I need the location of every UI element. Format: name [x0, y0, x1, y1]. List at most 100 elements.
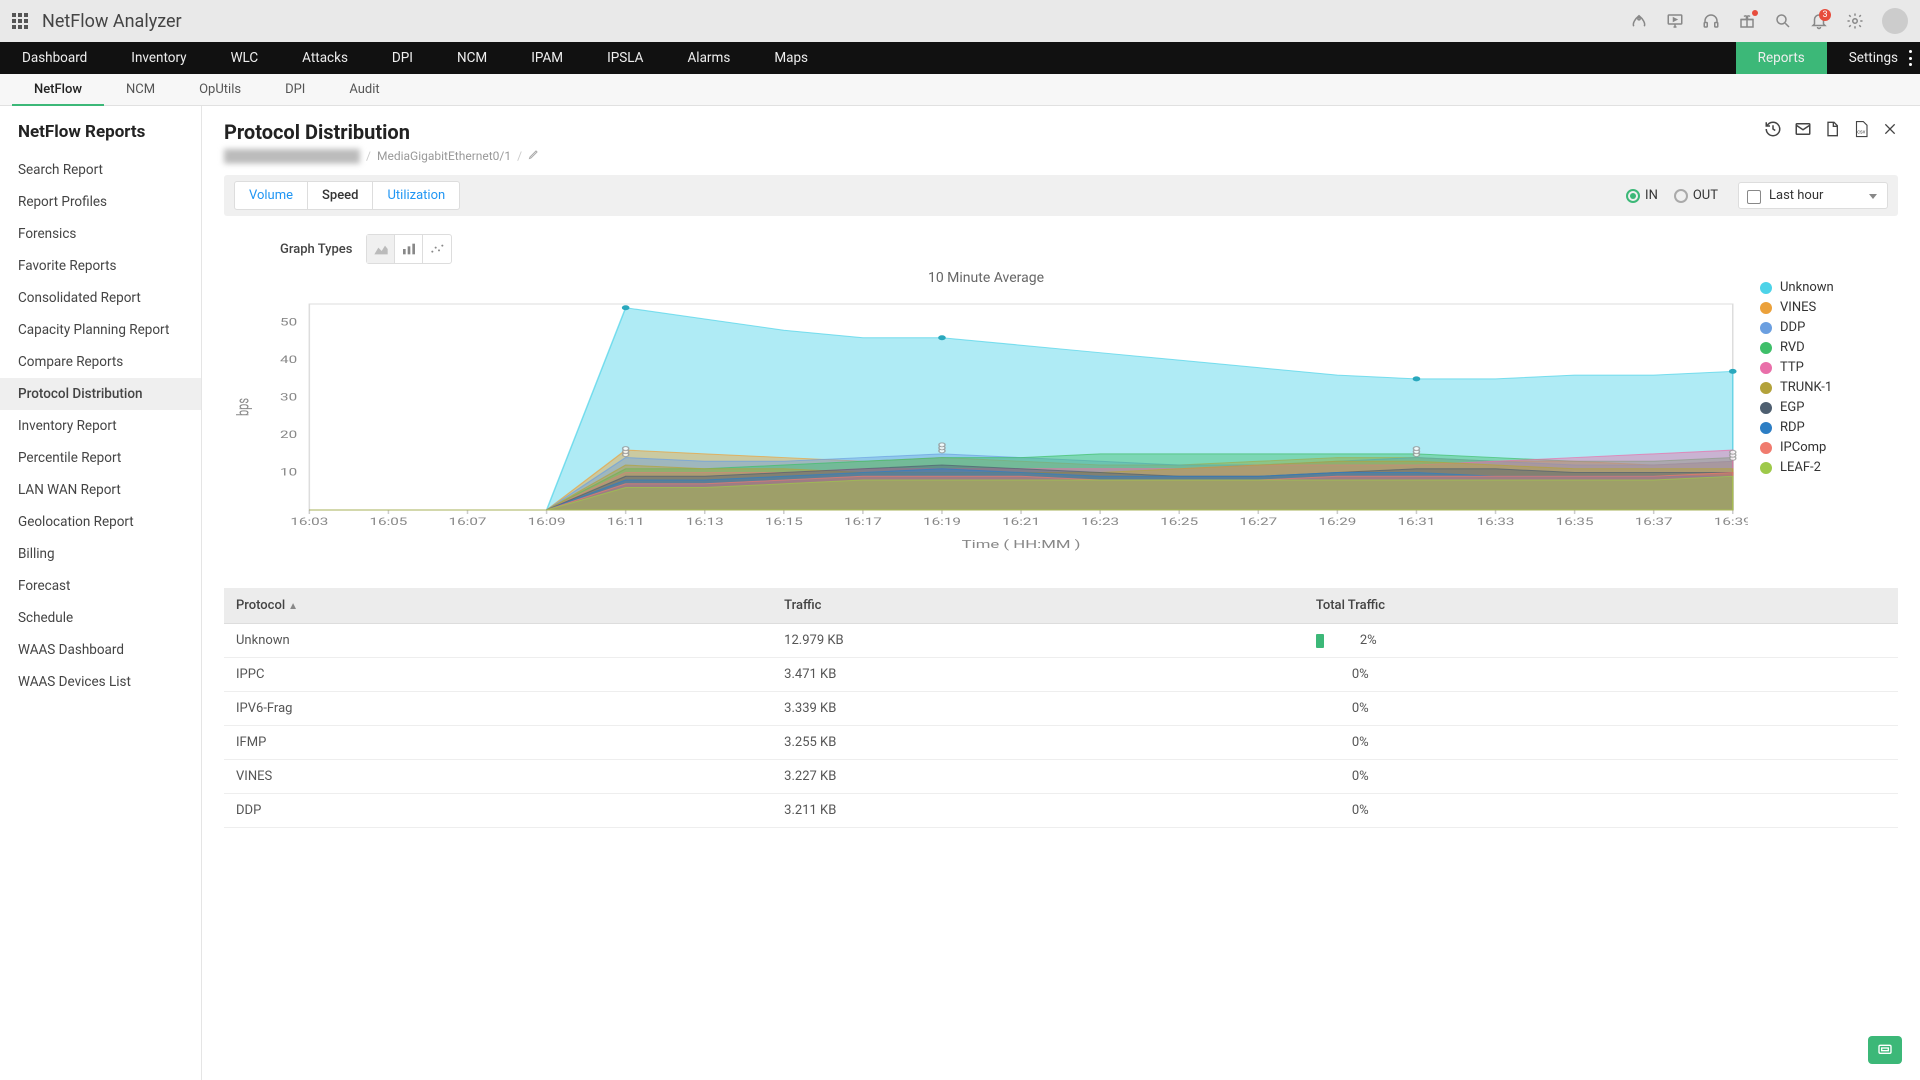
svg-text:16:37: 16:37	[1635, 516, 1673, 528]
topbar-left: NetFlow Analyzer	[12, 11, 182, 32]
subnav-item-netflow[interactable]: NetFlow	[12, 74, 104, 106]
subnav-item-ncm[interactable]: NCM	[104, 74, 177, 106]
search-icon[interactable]	[1774, 12, 1792, 30]
svg-text:16:31: 16:31	[1397, 516, 1435, 528]
scatter-chart-icon[interactable]	[423, 235, 451, 263]
mainnav-item-ipsla[interactable]: IPSLA	[585, 42, 665, 74]
table-row[interactable]: IPV6-Frag3.339 KB0%	[224, 692, 1898, 726]
direction-out[interactable]: OUT	[1674, 188, 1718, 203]
legend-item-rdp[interactable]: RDP	[1760, 420, 1898, 435]
mainnav-item-inventory[interactable]: Inventory	[109, 42, 208, 74]
viewtab-utilization[interactable]: Utilization	[373, 182, 459, 209]
sidebar-item-forecast[interactable]: Forecast	[0, 570, 201, 602]
svg-text:16:19: 16:19	[923, 516, 961, 528]
legend-item-ttp[interactable]: TTP	[1760, 360, 1898, 375]
sidebar-item-lan-wan-report[interactable]: LAN WAN Report	[0, 474, 201, 506]
sidebar-item-protocol-distribution[interactable]: Protocol Distribution	[0, 378, 201, 410]
headset-icon[interactable]	[1702, 12, 1720, 30]
table-row[interactable]: IFMP3.255 KB0%	[224, 726, 1898, 760]
sidebar-item-consolidated-report[interactable]: Consolidated Report	[0, 282, 201, 314]
gift-icon[interactable]	[1738, 12, 1756, 30]
table-header-traffic[interactable]: Traffic	[772, 588, 1304, 624]
csv-icon[interactable]: csv	[1852, 120, 1870, 138]
svg-text:10: 10	[280, 467, 297, 479]
mainnav-item-attacks[interactable]: Attacks	[280, 42, 370, 74]
svg-text:16:35: 16:35	[1556, 516, 1594, 528]
mainnav-item-maps[interactable]: Maps	[752, 42, 830, 74]
mainnav-item-dashboard[interactable]: Dashboard	[0, 42, 109, 74]
overflow-menu-icon[interactable]	[1909, 50, 1912, 66]
sidebar-item-billing[interactable]: Billing	[0, 538, 201, 570]
sidebar-title: NetFlow Reports	[0, 106, 201, 154]
legend-item-rvd[interactable]: RVD	[1760, 340, 1898, 355]
email-icon[interactable]	[1794, 120, 1812, 138]
mainnav-item-ipam[interactable]: IPAM	[509, 42, 585, 74]
edit-icon[interactable]	[528, 148, 540, 163]
svg-text:Time ( HH:MM ): Time ( HH:MM )	[962, 539, 1081, 551]
sidebar-item-waas-dashboard[interactable]: WAAS Dashboard	[0, 634, 201, 666]
topbar: NetFlow Analyzer 3	[0, 0, 1920, 42]
mainnav-item-settings[interactable]: Settings	[1827, 42, 1920, 74]
viewtab-speed[interactable]: Speed	[308, 182, 373, 209]
viewtab-volume[interactable]: Volume	[235, 182, 308, 209]
pdf-icon[interactable]	[1824, 120, 1840, 138]
sidebar-item-capacity-planning-report[interactable]: Capacity Planning Report	[0, 314, 201, 346]
legend-item-leaf-2[interactable]: LEAF-2	[1760, 460, 1898, 475]
subnav-item-dpi[interactable]: DPI	[263, 74, 327, 106]
sidebar-item-schedule[interactable]: Schedule	[0, 602, 201, 634]
notification-badge: 3	[1819, 9, 1831, 21]
svg-text:20: 20	[280, 430, 297, 442]
legend-item-unknown[interactable]: Unknown	[1760, 280, 1898, 295]
sidebar-item-percentile-report[interactable]: Percentile Report	[0, 442, 201, 474]
mainnav-item-ncm[interactable]: NCM	[435, 42, 509, 74]
table-header-protocol[interactable]: Protocol▲	[224, 588, 772, 624]
avatar[interactable]	[1882, 8, 1908, 34]
svg-text:16:07: 16:07	[449, 516, 487, 528]
legend-item-vines[interactable]: VINES	[1760, 300, 1898, 315]
breadcrumb-interface[interactable]: MediaGigabitEthernet0/1	[377, 149, 511, 163]
sidebar-item-search-report[interactable]: Search Report	[0, 154, 201, 186]
time-range-select[interactable]: Last hour	[1738, 182, 1888, 209]
svg-text:16:09: 16:09	[528, 516, 566, 528]
sidebar-item-inventory-report[interactable]: Inventory Report	[0, 410, 201, 442]
legend-item-ipcomp[interactable]: IPComp	[1760, 440, 1898, 455]
svg-text:16:25: 16:25	[1160, 516, 1198, 528]
breadcrumb-device[interactable]: ████████████████	[224, 149, 360, 163]
svg-text:16:39: 16:39	[1714, 516, 1748, 528]
sidebar-item-report-profiles[interactable]: Report Profiles	[0, 186, 201, 218]
legend-item-ddp[interactable]: DDP	[1760, 320, 1898, 335]
legend-item-egp[interactable]: EGP	[1760, 400, 1898, 415]
support-float-button[interactable]	[1868, 1036, 1902, 1064]
monitor-icon[interactable]	[1666, 12, 1684, 30]
apps-grid-icon[interactable]	[12, 13, 28, 29]
direction-in[interactable]: IN	[1626, 188, 1658, 203]
sub-nav: NetFlowNCMOpUtilsDPIAudit	[0, 74, 1920, 106]
sidebar-item-waas-devices-list[interactable]: WAAS Devices List	[0, 666, 201, 698]
mainnav-item-alarms[interactable]: Alarms	[666, 42, 753, 74]
subnav-item-audit[interactable]: Audit	[327, 74, 401, 106]
sidebar-item-favorite-reports[interactable]: Favorite Reports	[0, 250, 201, 282]
legend-item-trunk-1[interactable]: TRUNK-1	[1760, 380, 1898, 395]
area-chart-icon[interactable]	[367, 235, 395, 263]
subnav-item-oputils[interactable]: OpUtils	[177, 74, 263, 106]
bell-icon[interactable]: 3	[1810, 12, 1828, 30]
mainnav-item-wlc[interactable]: WLC	[209, 42, 281, 74]
sidebar-item-geolocation-report[interactable]: Geolocation Report	[0, 506, 201, 538]
table-row[interactable]: IPPC3.471 KB0%	[224, 658, 1898, 692]
mainnav-item-reports[interactable]: Reports	[1736, 42, 1827, 74]
gear-icon[interactable]	[1846, 12, 1864, 30]
bar-chart-icon[interactable]	[395, 235, 423, 263]
content: NetFlow Reports Search ReportReport Prof…	[0, 106, 1920, 1080]
table-row[interactable]: Unknown12.979 KB2%	[224, 624, 1898, 658]
svg-text:16:33: 16:33	[1477, 516, 1515, 528]
sidebar-item-forensics[interactable]: Forensics	[0, 218, 201, 250]
mainnav-item-dpi[interactable]: DPI	[370, 42, 435, 74]
close-icon[interactable]	[1882, 121, 1898, 137]
area-chart[interactable]: 1020304050bps16:0316:0516:0716:0916:1116…	[224, 294, 1748, 554]
rocket-icon[interactable]	[1630, 12, 1648, 30]
sidebar-item-compare-reports[interactable]: Compare Reports	[0, 346, 201, 378]
table-row[interactable]: DDP3.211 KB0%	[224, 794, 1898, 828]
table-row[interactable]: VINES3.227 KB0%	[224, 760, 1898, 794]
table-header-total-traffic[interactable]: Total Traffic	[1304, 588, 1898, 624]
history-icon[interactable]	[1764, 120, 1782, 138]
